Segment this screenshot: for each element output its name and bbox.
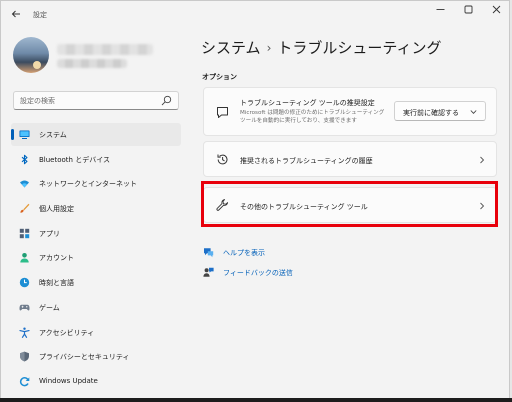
windows-update-icon xyxy=(19,376,30,387)
sidebar-item-label: ネットワークとインターネット xyxy=(39,180,137,189)
accessibility-icon xyxy=(19,327,30,338)
wifi-icon xyxy=(20,180,29,188)
chevron-down-icon xyxy=(470,110,477,114)
troubleshoot-history-title: 推奨されるトラブルシューティングの履歴 xyxy=(240,157,373,165)
other-troubleshooters-card[interactable]: その他のトラブルシューティング ツール xyxy=(203,187,497,223)
chevron-right-icon xyxy=(480,156,485,164)
sidebar-item-label: Bluetooth とデバイス xyxy=(39,155,110,164)
feedback-link-text: フィードバックの送信 xyxy=(223,269,293,277)
close-icon xyxy=(492,5,500,14)
recommended-settings-title: トラブルシューティング ツールの推奨設定 xyxy=(240,99,375,107)
sidebar-item-label: アプリ xyxy=(39,229,60,238)
sidebar-item-network[interactable]: ネットワークとインターネット xyxy=(11,172,181,195)
title-bar: 設定 xyxy=(1,1,509,31)
chat-bubble-icon xyxy=(217,107,228,118)
sidebar-item-gaming[interactable]: ゲーム xyxy=(11,296,181,319)
sidebar-item-accessibility[interactable]: アクセシビリティ xyxy=(11,321,181,344)
app-title: 設定 xyxy=(33,11,47,19)
help-icon xyxy=(204,248,214,258)
bluetooth-icon xyxy=(21,154,28,164)
feedback-icon xyxy=(203,267,214,277)
taskbar-edge xyxy=(0,398,512,402)
back-button[interactable] xyxy=(7,7,25,25)
brush-icon xyxy=(20,203,30,213)
chevron-right-icon xyxy=(480,202,485,210)
sidebar-item-label: 個人用設定 xyxy=(39,205,74,214)
back-arrow-icon xyxy=(11,10,20,18)
close-button[interactable] xyxy=(483,3,509,21)
minimize-button[interactable] xyxy=(427,3,453,21)
sidebar-item-windows-update[interactable]: Windows Update xyxy=(11,370,181,393)
minimize-icon xyxy=(436,9,444,10)
system-icon xyxy=(19,130,30,139)
sidebar-item-personalization[interactable]: 個人用設定 xyxy=(11,197,181,220)
game-icon xyxy=(19,304,30,311)
section-title: オプション xyxy=(202,73,237,81)
shield-icon xyxy=(20,351,29,362)
breadcrumb: システム › トラブルシューティング xyxy=(201,37,441,58)
avatar xyxy=(13,37,49,73)
sidebar-item-privacy-security[interactable]: プライバシーとセキュリティ xyxy=(11,345,181,368)
recommended-settings-description: Microsoft は問題の修正のためにトラブルシューティング ツールを自動的に… xyxy=(240,110,385,124)
sidebar-item-label: 時刻と言語 xyxy=(39,279,74,288)
recommended-settings-card: トラブルシューティング ツールの推奨設定 Microsoft は問題の修正のため… xyxy=(203,87,497,136)
breadcrumb-separator-icon: › xyxy=(266,41,272,55)
dropdown-selected-value: 実行前に確認する xyxy=(403,109,459,117)
history-icon xyxy=(217,154,228,165)
user-email-redacted xyxy=(57,59,127,68)
sidebar-item-accounts[interactable]: アカウント xyxy=(11,246,181,269)
search-box[interactable] xyxy=(13,91,179,110)
maximize-button[interactable] xyxy=(455,3,481,21)
breadcrumb-parent[interactable]: システム xyxy=(201,39,261,57)
user-name-redacted xyxy=(57,44,153,55)
sidebar-item-label: アカウント xyxy=(39,254,74,263)
sidebar-item-label: アクセシビリティ xyxy=(39,328,95,337)
apps-icon xyxy=(19,228,30,238)
sidebar-nav: システム Bluetooth とデバイス ネットワークとインターネット 個人用設… xyxy=(11,123,181,395)
other-troubleshooters-title: その他のトラブルシューティング ツール xyxy=(240,203,368,211)
recommended-settings-dropdown[interactable]: 実行前に確認する xyxy=(394,101,486,121)
sidebar-item-bluetooth[interactable]: Bluetooth とデバイス xyxy=(11,148,181,171)
account-icon xyxy=(20,253,29,263)
active-indicator xyxy=(11,129,14,140)
search-input[interactable] xyxy=(20,95,160,107)
sidebar-item-label: システム xyxy=(39,131,67,139)
sidebar-item-apps[interactable]: アプリ xyxy=(11,222,181,245)
settings-window: 設定 システム Bluetooth とデバイス ネットワークとイ xyxy=(0,0,510,400)
time-language-icon xyxy=(19,277,30,288)
sidebar-item-label: ゲーム xyxy=(39,303,60,312)
breadcrumb-current: トラブルシューティング xyxy=(277,39,442,57)
sidebar-item-system[interactable]: システム xyxy=(11,123,181,146)
help-link-text: ヘルプを表示 xyxy=(223,249,265,257)
sidebar-item-time-language[interactable]: 時刻と言語 xyxy=(11,271,181,294)
search-icon[interactable] xyxy=(161,95,172,106)
sidebar-item-label: プライバシーとセキュリティ xyxy=(39,353,130,362)
troubleshoot-history-card[interactable]: 推奨されるトラブルシューティングの履歴 xyxy=(203,141,497,177)
maximize-icon xyxy=(464,5,472,14)
wrench-icon xyxy=(216,199,229,211)
sidebar-item-label: Windows Update xyxy=(39,376,98,385)
